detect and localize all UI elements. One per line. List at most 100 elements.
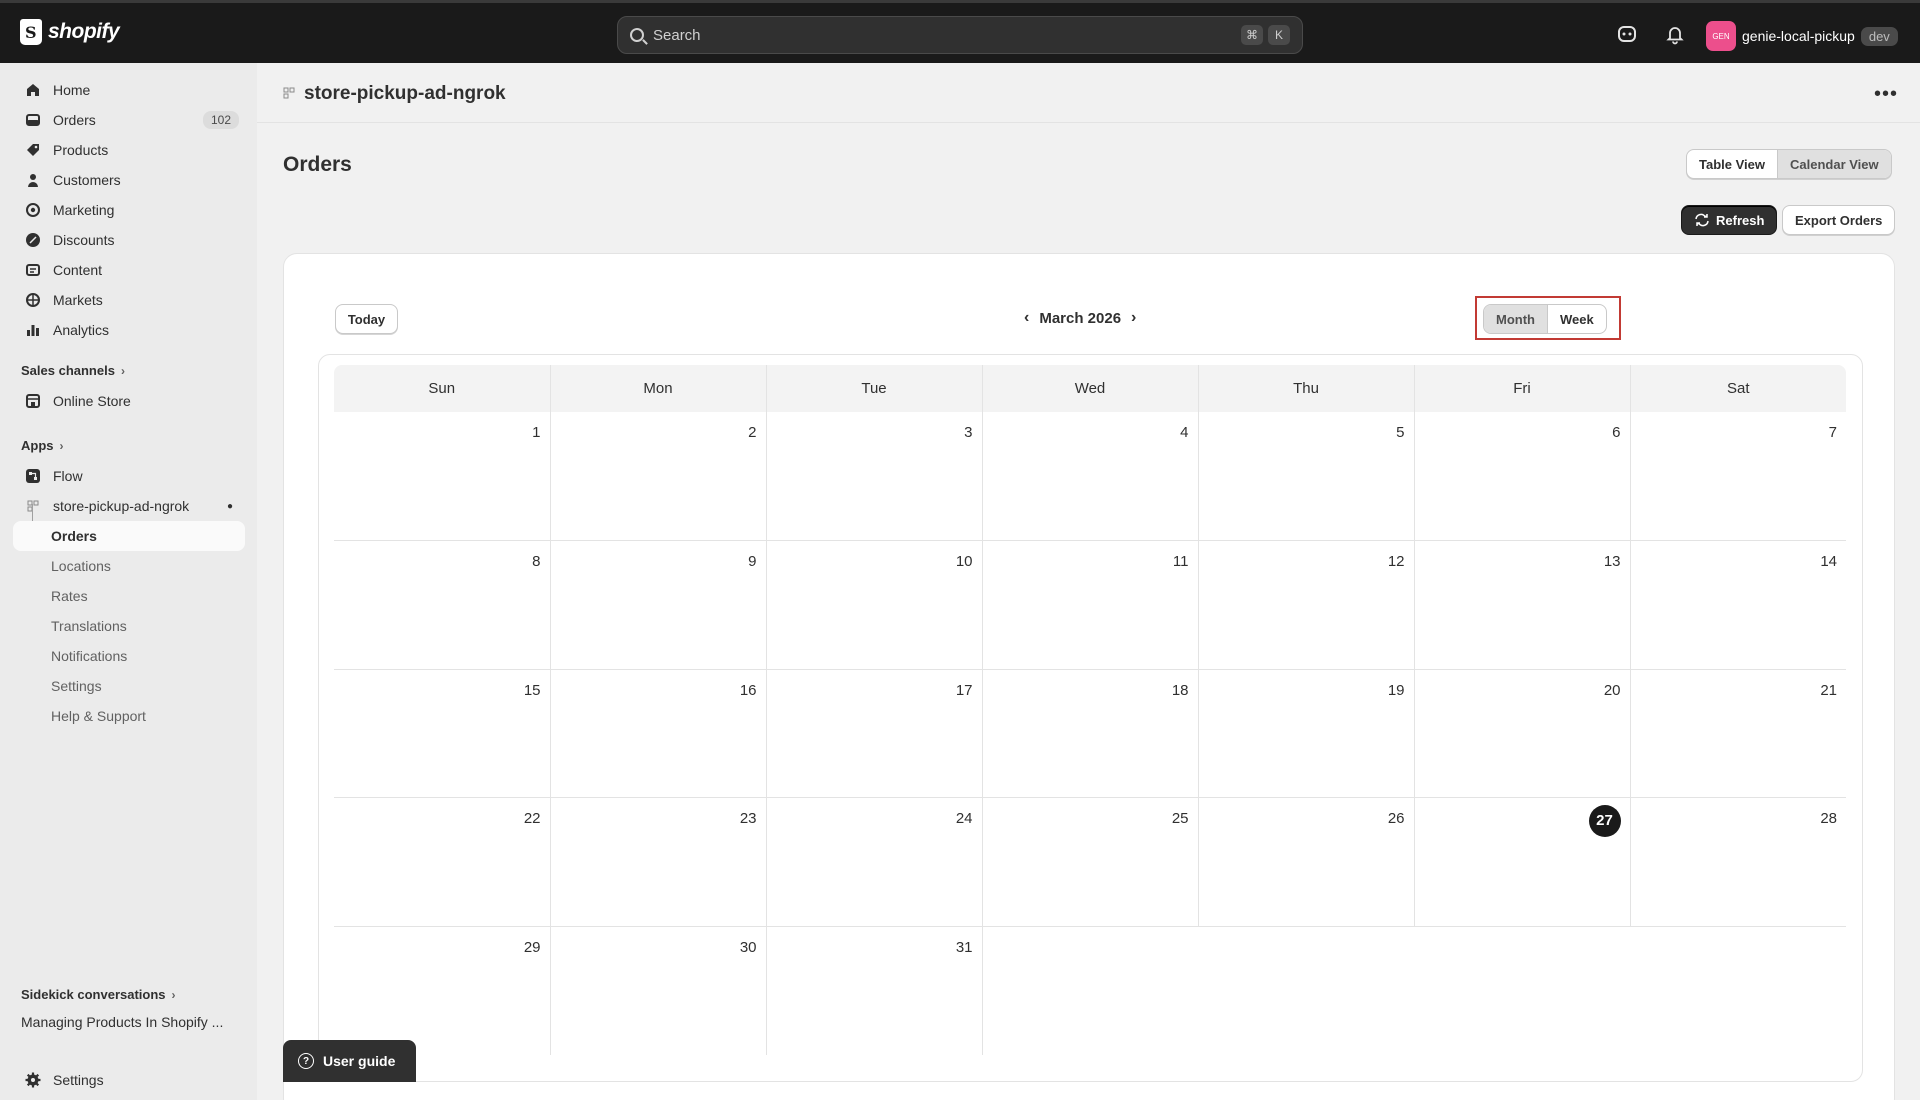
- sidebar-item-home[interactable]: Home: [13, 75, 245, 105]
- sidebar-item-label: Customers: [53, 172, 121, 188]
- day-cell[interactable]: 6: [1414, 412, 1631, 541]
- day-cell[interactable]: 11: [982, 540, 1199, 670]
- discount-icon: [26, 233, 40, 247]
- chevron-left-icon[interactable]: ‹: [1024, 309, 1029, 327]
- sales-channels-section[interactable]: Sales channels ›: [21, 363, 125, 378]
- day-cell-today[interactable]: 27: [1414, 797, 1631, 927]
- sidebar-item-markets[interactable]: Markets: [13, 285, 245, 315]
- week-row: 8 9 10 11 12 13 14: [334, 540, 1846, 670]
- day-cell[interactable]: 28: [1630, 797, 1846, 927]
- empty-cell: [1630, 926, 1846, 1055]
- day-cell[interactable]: 2: [550, 412, 767, 541]
- help-circle-icon: ?: [298, 1053, 314, 1069]
- day-cell[interactable]: 17: [766, 669, 983, 798]
- day-cell[interactable]: 14: [1630, 540, 1846, 670]
- chevron-right-icon[interactable]: ›: [1131, 309, 1136, 327]
- day-cell[interactable]: 1: [334, 412, 551, 541]
- orders-icon: [26, 114, 40, 126]
- day-cell[interactable]: 16: [550, 669, 767, 798]
- sidebar-subitem-help-support[interactable]: Help & Support: [13, 701, 245, 731]
- apps-label: Apps: [21, 438, 54, 453]
- shopify-logo[interactable]: shopify: [20, 19, 120, 45]
- bell-icon[interactable]: [1664, 23, 1686, 45]
- sidebar-subitem-notifications[interactable]: Notifications: [13, 641, 245, 671]
- day-cell[interactable]: 24: [766, 797, 983, 927]
- sidebar-item-analytics[interactable]: Analytics: [13, 315, 245, 345]
- day-cell[interactable]: 18: [982, 669, 1199, 798]
- day-cell[interactable]: 31: [766, 926, 983, 1055]
- sidebar-subitem-settings[interactable]: Settings: [13, 671, 245, 701]
- month-label: March 2026: [1039, 309, 1122, 327]
- day-cell[interactable]: 23: [550, 797, 767, 927]
- calendar-view-button[interactable]: Calendar View: [1777, 150, 1891, 178]
- month-mode-button[interactable]: Month: [1484, 305, 1547, 333]
- day-cell[interactable]: 20: [1414, 669, 1631, 798]
- logo-text: shopify: [48, 20, 120, 43]
- day-cell[interactable]: 25: [982, 797, 1199, 927]
- day-cell[interactable]: 30: [550, 926, 767, 1055]
- sidebar-item-label: Settings: [51, 678, 102, 694]
- sidebar-item-content[interactable]: Content: [13, 255, 245, 285]
- store-icon: [26, 394, 40, 408]
- sidebar-subitem-rates[interactable]: Rates: [13, 581, 245, 611]
- month-grid: Sun Mon Tue Wed Thu Fri Sat 1 2 3 4 5 6 …: [334, 365, 1846, 1055]
- chevron-right-icon: ›: [171, 987, 176, 1002]
- day-cell[interactable]: 10: [766, 540, 983, 670]
- user-guide-button[interactable]: ? User guide: [283, 1040, 416, 1082]
- sidekick-conversations-section[interactable]: Sidekick conversations ›: [21, 987, 176, 1002]
- weekday-header: Thu: [1198, 365, 1415, 412]
- day-cell[interactable]: 5: [1198, 412, 1415, 541]
- sidebar-item-products[interactable]: Products: [13, 135, 245, 165]
- apps-section[interactable]: Apps ›: [21, 438, 64, 453]
- day-cell[interactable]: 26: [1198, 797, 1415, 927]
- pin-dot-icon: ●: [226, 500, 233, 512]
- sidebar-item-discounts[interactable]: Discounts: [13, 225, 245, 255]
- day-cell[interactable]: 4: [982, 412, 1199, 541]
- table-view-button[interactable]: Table View: [1687, 150, 1777, 178]
- gear-icon: [25, 1072, 41, 1088]
- sidebar-item-settings[interactable]: Settings: [13, 1065, 245, 1095]
- sidebar-subitem-locations[interactable]: Locations: [13, 551, 245, 581]
- day-cell[interactable]: 3: [766, 412, 983, 541]
- day-cell[interactable]: 15: [334, 669, 551, 798]
- search-bar[interactable]: ⌘ K: [617, 16, 1303, 54]
- export-orders-button[interactable]: Export Orders: [1782, 205, 1896, 235]
- sidebar-subitem-translations[interactable]: Translations: [13, 611, 245, 641]
- sidebar-item-marketing[interactable]: Marketing: [13, 195, 245, 225]
- day-cell[interactable]: 21: [1630, 669, 1846, 798]
- day-cell[interactable]: 12: [1198, 540, 1415, 670]
- sidebar-item-label: store-pickup-ad-ngrok: [53, 498, 190, 514]
- store-name: genie-local-pickup: [1742, 28, 1855, 44]
- dev-badge: dev: [1860, 26, 1898, 46]
- week-mode-button[interactable]: Week: [1546, 305, 1606, 333]
- store-menu[interactable]: GEN genie-local-pickup dev: [1706, 21, 1898, 51]
- search-icon: [630, 28, 644, 42]
- sidekick-conversation-item[interactable]: Managing Products In Shopify ...: [21, 1014, 246, 1030]
- sidebar-item-label: Help & Support: [51, 708, 146, 724]
- day-cell[interactable]: 7: [1630, 412, 1846, 541]
- sidebar-item-app[interactable]: store-pickup-ad-ngrok ●: [13, 491, 245, 521]
- sidebar-item-label: Markets: [53, 292, 103, 308]
- day-cell[interactable]: 29: [334, 926, 551, 1055]
- sidebar-item-online-store[interactable]: Online Store: [13, 386, 245, 416]
- sidebar-item-label: Discounts: [53, 232, 115, 248]
- sidekick-icon[interactable]: [1616, 23, 1638, 45]
- refresh-icon: [1695, 213, 1709, 227]
- sidebar-item-flow[interactable]: Flow: [13, 461, 245, 491]
- weekday-header: Tue: [766, 365, 983, 412]
- refresh-button[interactable]: Refresh: [1681, 205, 1778, 235]
- today-button[interactable]: Today: [335, 304, 398, 334]
- more-actions-button[interactable]: •••: [1874, 83, 1898, 106]
- sidebar-item-label: Locations: [51, 558, 111, 574]
- sidebar-subitem-orders[interactable]: Orders: [13, 521, 245, 551]
- search-input[interactable]: [653, 26, 1236, 44]
- sidebar-item-orders[interactable]: Orders 102: [13, 105, 245, 135]
- day-cell[interactable]: 22: [334, 797, 551, 927]
- day-cell[interactable]: 8: [334, 540, 551, 670]
- day-cell[interactable]: 19: [1198, 669, 1415, 798]
- day-cell[interactable]: 13: [1414, 540, 1631, 670]
- sidebar-item-customers[interactable]: Customers: [13, 165, 245, 195]
- sidebar: Home Orders 102 Products Customers Marke…: [0, 63, 257, 1100]
- weekday-header: Fri: [1414, 365, 1631, 412]
- day-cell[interactable]: 9: [550, 540, 767, 670]
